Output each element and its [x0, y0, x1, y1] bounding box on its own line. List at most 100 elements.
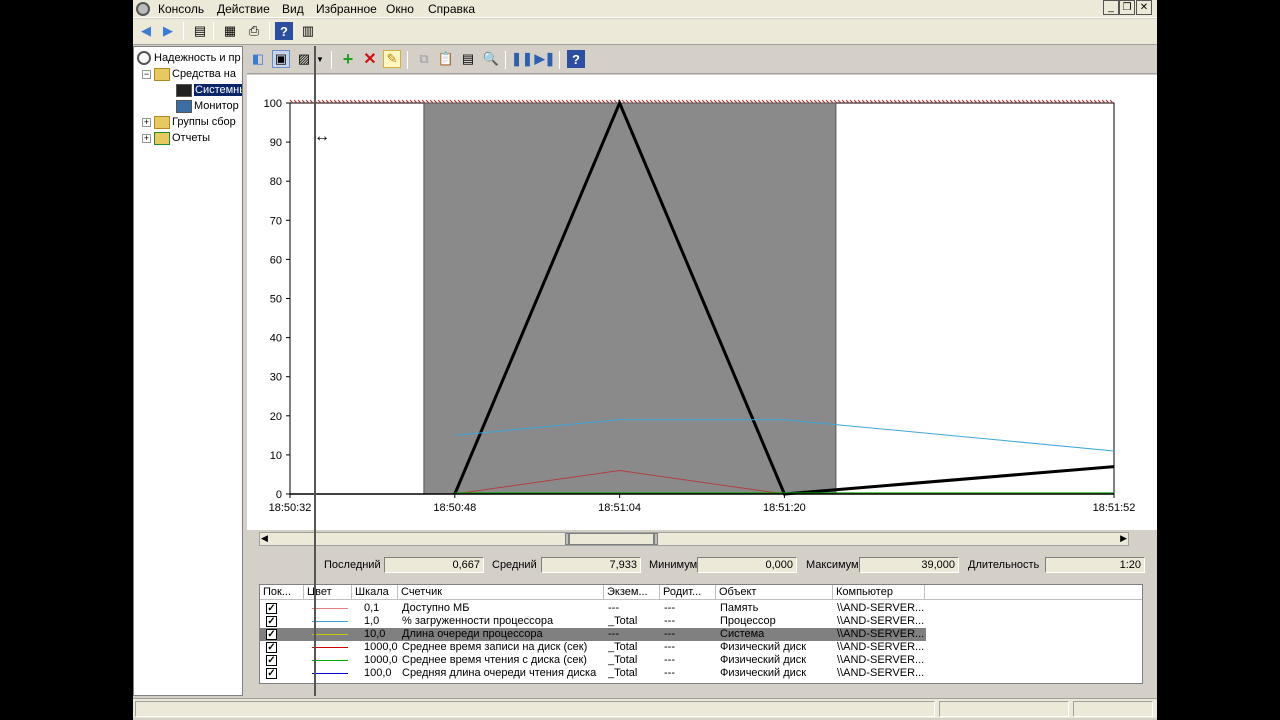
column-header-color[interactable]: Цвет: [304, 585, 352, 600]
x-tick-label: 18:50:32: [269, 502, 312, 514]
tree-item-reliability[interactable]: Надежность и пр: [137, 50, 241, 66]
legend-row[interactable]: ✓ 1000,0 Среднее время чтения с диска (сек…: [260, 654, 926, 667]
tree-item-label: Отчеты: [172, 132, 211, 144]
chevron-down-icon[interactable]: ▼: [315, 50, 325, 68]
tree-item-data-collector-sets[interactable]: + Группы сбор: [142, 114, 236, 130]
column-header-scale[interactable]: Шкала: [352, 585, 398, 600]
menu-view[interactable]: Вид: [282, 2, 304, 16]
scroll-thumb[interactable]: [569, 533, 654, 545]
forward-arrow-icon[interactable]: ▶: [159, 22, 177, 40]
help-icon[interactable]: ?: [275, 22, 293, 40]
average-value: 7,933: [541, 557, 641, 573]
show-checkbox[interactable]: ✓: [266, 668, 277, 679]
column-header-computer[interactable]: Компьютер: [833, 585, 925, 600]
column-header-object[interactable]: Объект: [716, 585, 833, 600]
status-panel-2: [939, 701, 1069, 717]
color-swatch: [312, 660, 348, 661]
legend-cell-counter: Среднее время чтения с диска (сек): [402, 654, 587, 666]
column-header-counter[interactable]: Счетчик: [398, 585, 604, 600]
minimize-icon[interactable]: _: [1103, 0, 1119, 15]
close-icon[interactable]: ✕: [1136, 0, 1152, 15]
show-checkbox[interactable]: ✓: [266, 603, 277, 614]
show-hide-tree-icon[interactable]: ▤: [191, 22, 209, 40]
legend-row[interactable]: ✓ 1000,0 Среднее время записи на диск (сек…: [260, 641, 926, 654]
counter-legend-table: Пок... Цвет Шкала Счетчик Экзем... Родит…: [259, 584, 1143, 684]
show-checkbox[interactable]: ✓: [266, 616, 277, 627]
change-graph-type-icon[interactable]: ▨: [295, 50, 313, 68]
last-value: 0,667: [384, 557, 484, 573]
y-tick-label: 20: [270, 411, 282, 423]
column-header-parent[interactable]: Родит...: [660, 585, 716, 600]
menu-favorites[interactable]: Избранное: [316, 2, 377, 16]
legend-cell-instance: _Total: [608, 667, 638, 679]
view-log-data-icon[interactable]: ▣: [272, 50, 290, 68]
show-checkbox[interactable]: ✓: [266, 629, 277, 640]
legend-row[interactable]: ✓ 10,0 Длина очереди процессора --- --- Систе…: [260, 628, 926, 641]
menu-window[interactable]: Окно: [386, 2, 414, 16]
back-arrow-icon[interactable]: ◀: [137, 22, 155, 40]
tree-item-performance-monitor[interactable]: Системны: [176, 82, 242, 98]
zoom-icon[interactable]: 🔍: [482, 50, 500, 68]
console-app-icon[interactable]: [136, 2, 150, 16]
help-icon[interactable]: ?: [567, 50, 585, 68]
tree-item-monitoring-tools[interactable]: − Средства на: [142, 66, 236, 82]
legend-cell-counter: % загруженности процессора: [402, 615, 554, 627]
expand-icon[interactable]: +: [142, 117, 151, 127]
scroll-left-icon[interactable]: ◀: [261, 533, 268, 544]
restore-icon[interactable]: ❐: [1119, 0, 1135, 15]
legend-cell-instance: _Total: [608, 654, 638, 666]
scroll-range-end-handle[interactable]: [654, 533, 658, 545]
paste-counter-list-icon[interactable]: 📋: [437, 50, 455, 68]
update-data-icon[interactable]: ▶❚: [535, 50, 556, 68]
last-label: Последний: [324, 559, 381, 571]
tree-item-reports[interactable]: + Отчеты: [142, 130, 210, 146]
print-icon[interactable]: ⎙: [245, 22, 263, 40]
view-current-activity-icon[interactable]: ◧: [249, 50, 267, 68]
minimum-label: Минимум: [649, 559, 698, 571]
legend-row[interactable]: ✓ 1,0 % загруженности процессора _Total --- П…: [260, 615, 926, 628]
legend-cell-parent: ---: [664, 615, 675, 627]
menu-help[interactable]: Справка: [428, 2, 475, 16]
y-tick-label: 30: [270, 372, 282, 384]
legend-cell-instance: _Total: [608, 641, 638, 653]
column-header-filler: [925, 585, 1142, 600]
collapse-icon[interactable]: −: [142, 69, 151, 79]
legend-cell-object: Процессор: [720, 615, 776, 627]
legend-cell-parent: ---: [664, 667, 675, 679]
legend-row[interactable]: ✓ 0,1 Доступно МБ --- --- Память \\AND-SERVER.…: [260, 602, 926, 615]
tree-item-label: Системны: [194, 84, 242, 96]
minimum-value: 0,000: [697, 557, 797, 573]
highlight-pencil-icon[interactable]: ✎: [383, 50, 401, 68]
column-header-show[interactable]: Пок...: [260, 585, 304, 600]
copy-properties-icon[interactable]: ⧉: [415, 50, 433, 68]
properties-icon[interactable]: ▦: [221, 22, 239, 40]
legend-cell-scale: 10,0: [364, 628, 386, 640]
legend-cell-parent: ---: [664, 628, 675, 640]
statistics-bar: Последний 0,667 Средний 7,933 Минимум 0,…: [247, 554, 1157, 576]
status-panel-main: [135, 701, 935, 717]
menu-console[interactable]: Консоль: [158, 2, 204, 16]
show-checkbox[interactable]: ✓: [266, 655, 277, 666]
x-tick-label: 18:50:48: [433, 502, 476, 514]
properties-icon[interactable]: ▤: [459, 50, 477, 68]
legend-cell-scale: 1000,0: [364, 654, 398, 666]
legend-cell-computer: \\AND-SERVER...: [837, 641, 925, 653]
tree-item-resource-monitor[interactable]: Монитор: [176, 98, 239, 114]
reliability-monitor-icon: [137, 51, 151, 65]
legend-cell-counter: Длина очереди процессора: [402, 628, 543, 640]
legend-row[interactable]: ✓ 100,0 Средняя длина очереди чтения диска…: [260, 667, 926, 680]
action-pane-icon[interactable]: ▥: [299, 22, 317, 40]
time-scrollbar[interactable]: ◀ ▶: [259, 532, 1129, 546]
legend-cell-computer: \\AND-SERVER...: [837, 667, 925, 679]
menu-action[interactable]: Действие: [217, 2, 270, 16]
maximum-value: 39,000: [859, 557, 959, 573]
delete-counter-icon[interactable]: ✕: [361, 50, 379, 68]
add-counter-icon[interactable]: +: [339, 49, 357, 69]
scroll-right-icon[interactable]: ▶: [1120, 533, 1127, 544]
performance-graph[interactable]: 0 10 20 30 40 50 60 70 80 90 100 18:50:32 18:50:48 18…: [247, 75, 1157, 530]
show-checkbox[interactable]: ✓: [266, 642, 277, 653]
status-bar: [133, 698, 1157, 718]
column-header-instance[interactable]: Экзем...: [604, 585, 660, 600]
freeze-display-icon[interactable]: ❚❚: [511, 50, 533, 68]
expand-icon[interactable]: +: [142, 133, 151, 143]
